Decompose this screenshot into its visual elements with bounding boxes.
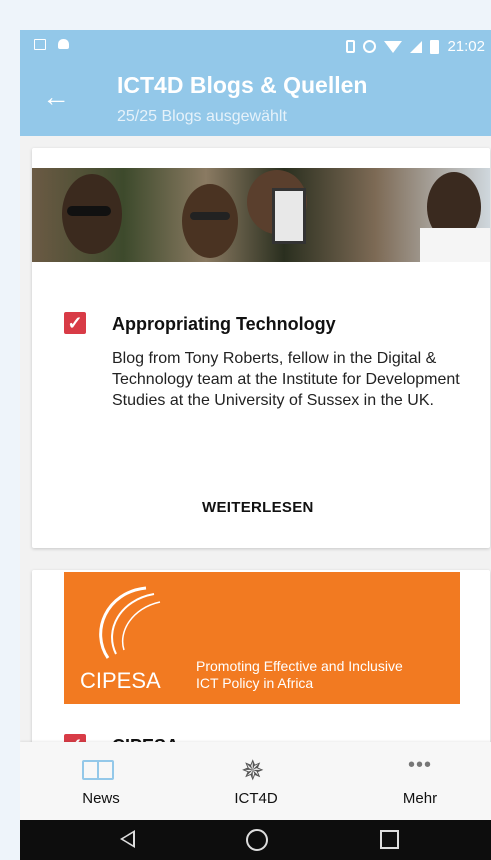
status-bar: 21:02	[20, 30, 491, 64]
checked-checkbox[interactable]: ✓	[64, 312, 86, 334]
home-circle-icon[interactable]	[246, 829, 268, 851]
blog-card-appropriating-technology[interactable]: ✓ Appropriating Technology Blog from Ton…	[32, 148, 490, 548]
page-subtitle: 25/25 Blogs ausgewählt	[117, 108, 287, 125]
android-icon	[58, 39, 69, 49]
bottom-navigation: News ✵ ICT4D ••• Mehr	[20, 742, 491, 820]
nav-item-news[interactable]: News	[36, 742, 166, 820]
signal-icon	[410, 40, 423, 53]
back-triangle-icon[interactable]	[120, 830, 135, 848]
cipesa-logo-name: CIPESA	[80, 668, 161, 693]
system-navigation-bar	[20, 820, 491, 860]
clock: 21:02	[447, 38, 485, 55]
phone-screen: 21:02 ← ICT4D Blogs & Quellen 25/25 Blog…	[20, 30, 491, 860]
card-title: Appropriating Technology	[112, 314, 336, 334]
app-bar: ← ICT4D Blogs & Quellen 25/25 Blogs ausg…	[20, 64, 491, 136]
card-hero-image	[32, 168, 490, 262]
cipesa-tagline-1: Promoting Effective and Inclusive	[196, 658, 403, 674]
cipesa-tagline-2: ICT Policy in Africa	[196, 675, 314, 691]
star-icon: ✵	[241, 755, 265, 786]
image-icon	[34, 39, 46, 50]
read-more-button[interactable]: WEITERLESEN	[202, 499, 314, 516]
nav-label: News	[82, 790, 120, 807]
card-description: Blog from Tony Roberts, fellow in the Di…	[112, 350, 460, 409]
cipesa-swirl-icon	[99, 586, 161, 659]
battery-icon	[430, 39, 440, 54]
recent-apps-icon[interactable]	[380, 830, 399, 849]
book-icon	[82, 760, 114, 780]
more-dots-icon: •••	[407, 754, 432, 776]
nav-item-mehr[interactable]: ••• Mehr	[355, 742, 485, 820]
alarm-icon	[363, 40, 377, 53]
page-title: ICT4D Blogs & Quellen	[117, 72, 368, 98]
nav-item-ict4d[interactable]: ✵ ICT4D	[191, 742, 321, 820]
nav-label: ICT4D	[234, 790, 278, 807]
vibrate-icon	[346, 40, 356, 53]
arrow-left-icon[interactable]: ←	[42, 83, 72, 113]
cipesa-logo: CIPESA Promoting Effective and Inclusive…	[64, 572, 460, 704]
wifi-icon	[384, 40, 403, 53]
nav-label: Mehr	[402, 790, 438, 807]
